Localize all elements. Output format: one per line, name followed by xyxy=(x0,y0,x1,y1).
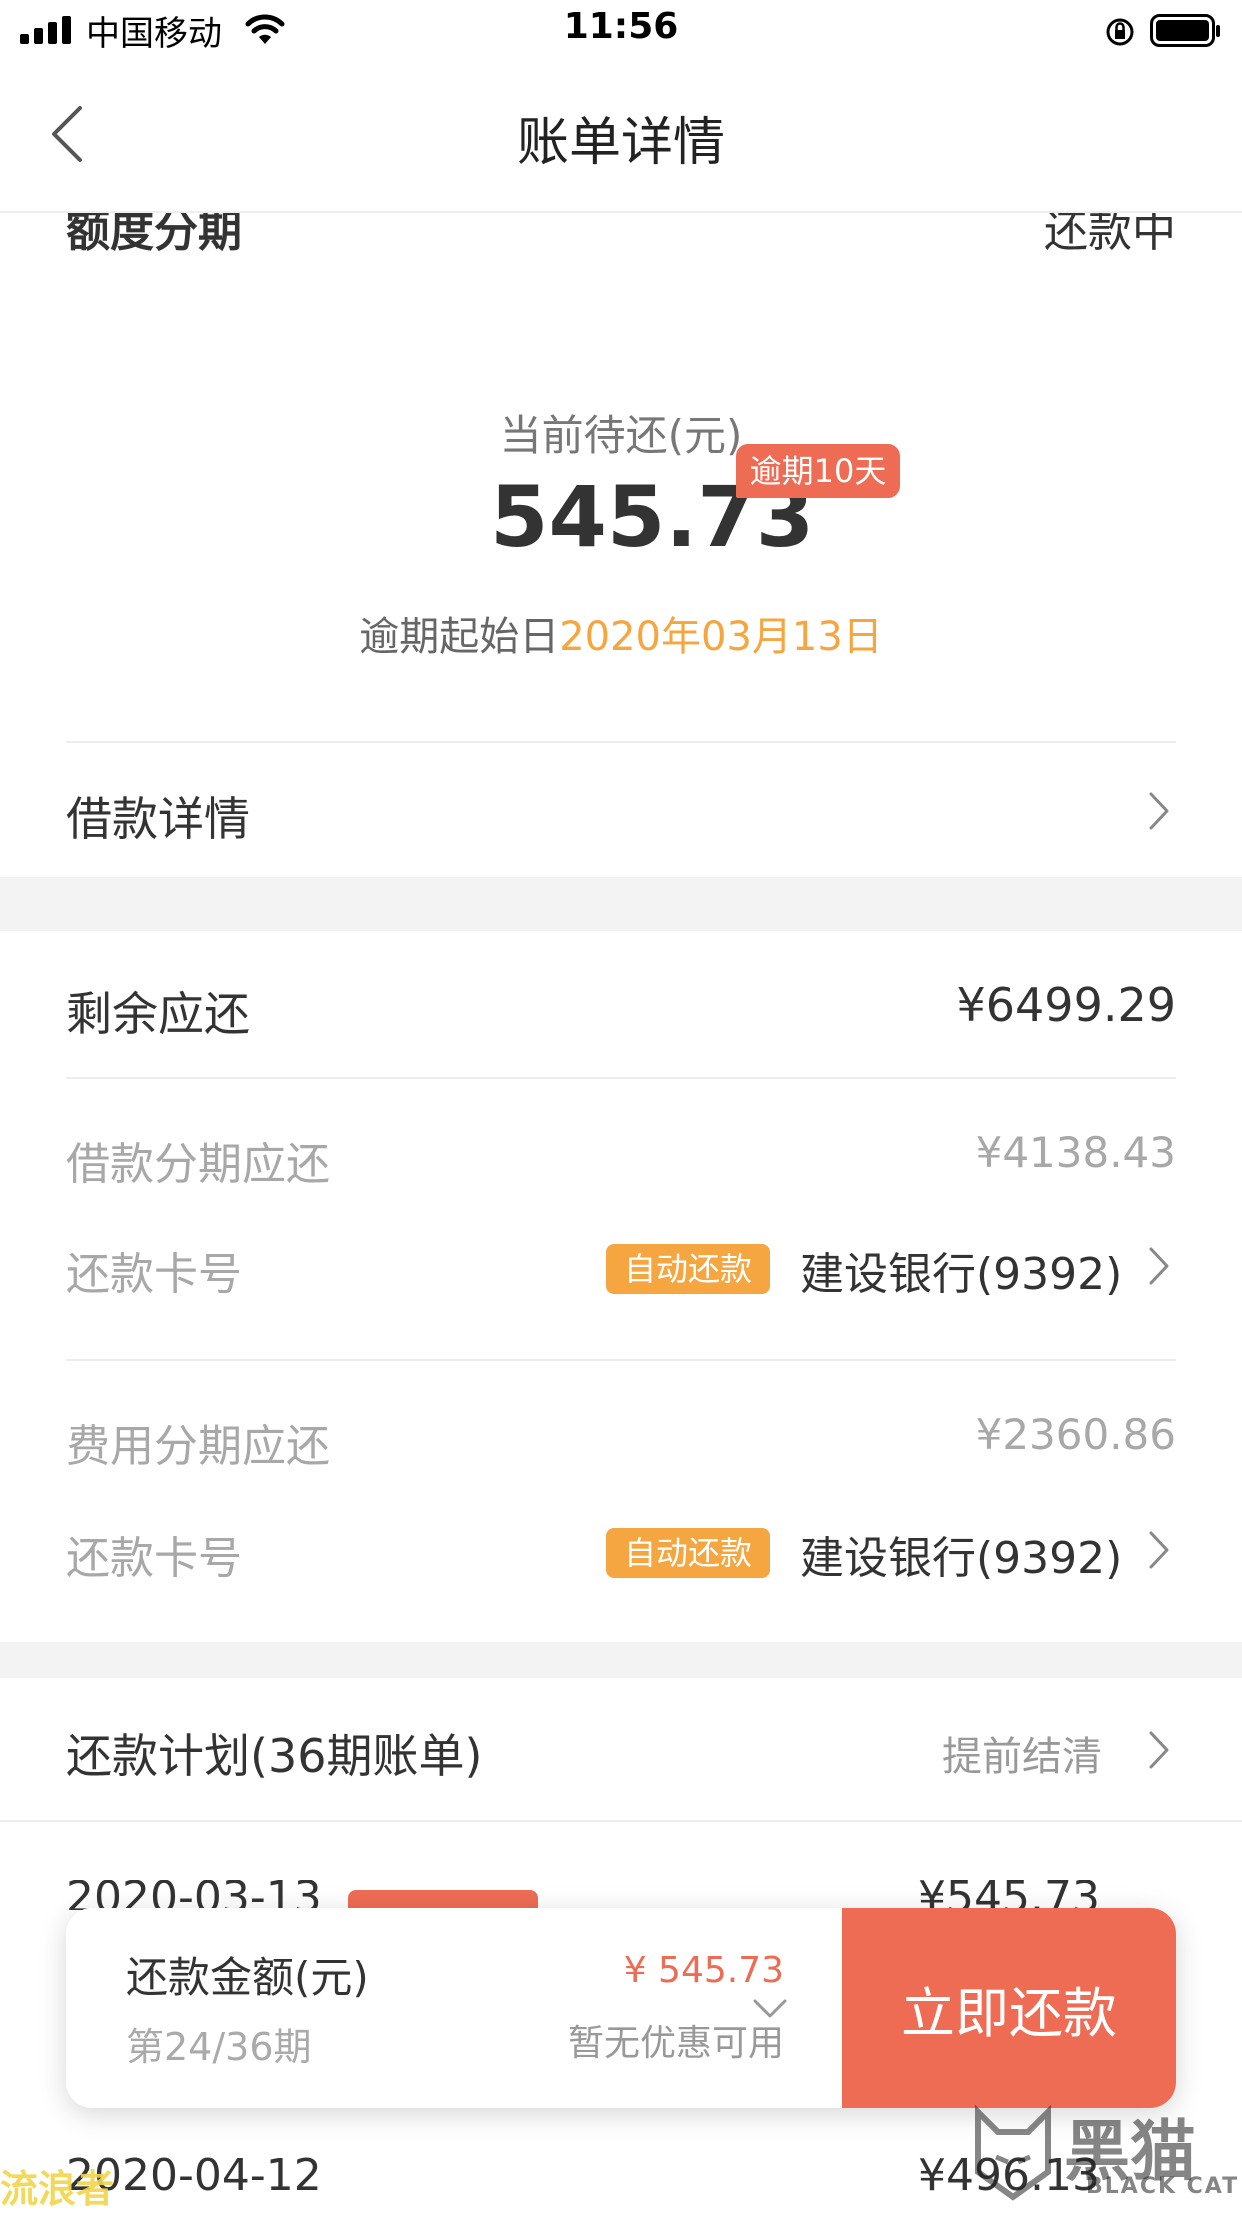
repayment-card-row[interactable]: 还款卡号 自动还款 建设银行(9392) xyxy=(0,1216,1242,1312)
clock: 11:56 xyxy=(563,6,679,47)
fee-installment-label: 费用分期应还 xyxy=(66,1421,330,1472)
summary-header-clip: 额度分期 还款中 xyxy=(0,213,1242,253)
remaining-amount: ¥6499.29 xyxy=(956,978,1177,1032)
loan-details-row[interactable]: 借款详情 xyxy=(0,743,1242,877)
page-title: 账单详情 xyxy=(516,113,725,173)
plan-title: 还款计划(36期账单) xyxy=(66,1729,483,1783)
repayment-card-row[interactable]: 还款卡号 自动还款 建设银行(9392) xyxy=(0,1500,1242,1596)
overdue-tag xyxy=(348,1890,538,1910)
overdue-badge: 逾期10天 xyxy=(736,444,900,498)
loan-details-label: 借款详情 xyxy=(66,792,250,846)
chevron-right-icon xyxy=(1149,792,1169,830)
loan-installment-label: 借款分期应还 xyxy=(66,1139,330,1190)
divider xyxy=(66,1359,1176,1361)
divider xyxy=(0,1820,1242,1822)
repay-amount-label: 还款金额(元) xyxy=(126,1953,369,2002)
section-gap xyxy=(0,1642,1242,1678)
battery-icon xyxy=(1150,14,1220,47)
watermark-right-sub: BLACK CAT xyxy=(1086,2174,1240,2199)
product-name: 额度分期 xyxy=(66,213,242,253)
divider xyxy=(66,1077,1176,1079)
loan-installment-amount: ¥4138.43 xyxy=(975,1128,1176,1177)
overdue-start: 逾期起始日2020年03月13日 xyxy=(0,604,1242,662)
bank-card-name: 建设银行(9392) xyxy=(800,1249,1123,1300)
overdue-start-label: 逾期起始日 xyxy=(359,614,560,660)
discount-label: 暂无优惠可用 xyxy=(567,2023,784,2064)
black-cat-logo-icon xyxy=(975,2104,1051,2201)
pay-now-button[interactable]: 立即还款 xyxy=(842,1908,1176,2108)
auto-repay-tag: 自动还款 xyxy=(606,1244,770,1294)
repay-amount-value: ¥ 545.73 xyxy=(623,1950,784,1991)
status-bar: 中国移动 11:56 xyxy=(0,0,1242,62)
watermark-left: 流浪者 xyxy=(0,2167,115,2211)
repayment-card-label: 还款卡号 xyxy=(66,1249,242,1300)
rotation-lock-icon xyxy=(1106,18,1134,46)
remaining-label: 剩余应还 xyxy=(66,987,250,1041)
chevron-right-icon xyxy=(1149,1531,1169,1569)
pending-label: 当前待还(元) xyxy=(499,411,743,460)
section-gap xyxy=(0,877,1242,931)
chevron-right-icon xyxy=(1149,1247,1169,1285)
plan-row[interactable]: 2020-03-13 ¥545.73 xyxy=(0,1880,1242,1910)
plan-row-date: 2020-03-13 xyxy=(66,1880,322,1910)
bank-card-name: 建设银行(9392) xyxy=(800,1533,1123,1584)
fee-installment-amount: ¥2360.86 xyxy=(975,1410,1176,1459)
payment-bar: 还款金额(元) 第24/36期 ¥ 545.73 暂无优惠可用 立即还款 xyxy=(66,1908,1176,2108)
bill-status: 还款中 xyxy=(1044,213,1176,253)
overdue-start-date: 2020年03月13日 xyxy=(559,614,883,660)
early-settle-link[interactable]: 提前结清 xyxy=(942,1724,1102,1782)
auto-repay-tag: 自动还款 xyxy=(606,1528,770,1578)
repayment-plan-header[interactable]: 还款计划(36期账单) 提前结清 xyxy=(0,1678,1242,1820)
chevron-down-icon[interactable] xyxy=(752,1998,788,2020)
chevron-right-icon xyxy=(1149,1731,1169,1769)
repayment-card-label: 还款卡号 xyxy=(66,1533,242,1584)
period-label: 第24/36期 xyxy=(126,2025,312,2069)
plan-row-amount: ¥545.73 xyxy=(918,1880,1100,1910)
